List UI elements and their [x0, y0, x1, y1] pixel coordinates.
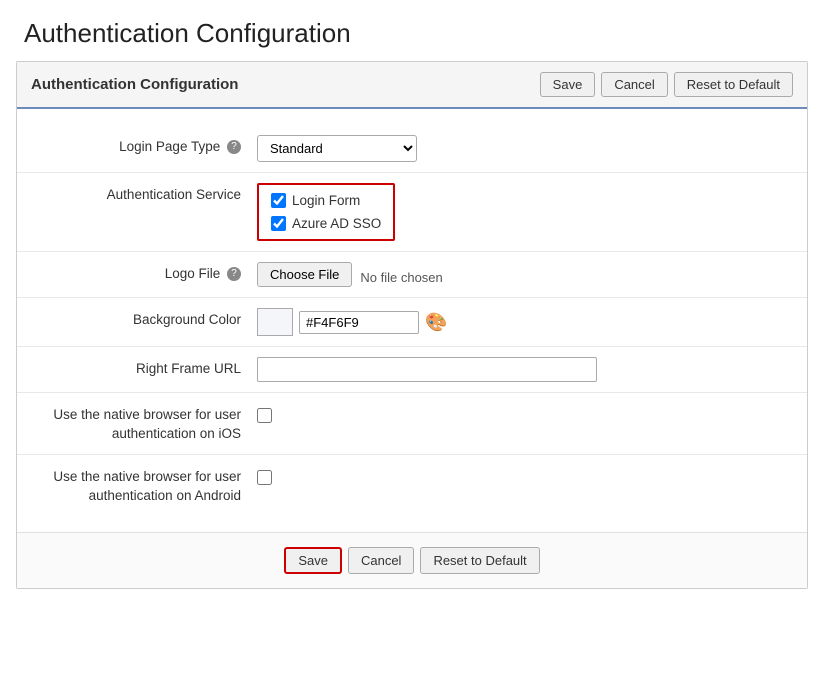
azure-ad-sso-checkbox[interactable] [271, 216, 286, 231]
background-color-row: Background Color 🎨 [17, 298, 807, 347]
help-icon-logo[interactable]: ? [227, 267, 241, 281]
help-icon-login[interactable]: ? [227, 140, 241, 154]
native-ios-label: Use the native browser for user authenti… [37, 403, 257, 444]
native-android-row: Use the native browser for user authenti… [17, 455, 807, 516]
auth-config-panel: Authentication Configuration Save Cancel… [16, 61, 808, 589]
save-button-bottom[interactable]: Save [284, 547, 342, 574]
login-page-type-label: Login Page Type ? [37, 135, 257, 154]
right-frame-url-label: Right Frame URL [37, 357, 257, 376]
native-ios-row: Use the native browser for user authenti… [17, 393, 807, 455]
logo-file-row: Logo File ? Choose File No file chosen [17, 252, 807, 298]
login-form-checkbox-row[interactable]: Login Form [271, 193, 381, 208]
choose-file-button[interactable]: Choose File [257, 262, 352, 287]
background-color-control: 🎨 [257, 308, 787, 336]
native-ios-control [257, 403, 787, 423]
auth-service-control: Login Form Azure AD SSO [257, 183, 787, 241]
login-form-checkbox[interactable] [271, 193, 286, 208]
background-color-label: Background Color [37, 308, 257, 327]
native-android-label: Use the native browser for user authenti… [37, 465, 257, 506]
reset-button-top[interactable]: Reset to Default [674, 72, 793, 97]
cancel-button-bottom[interactable]: Cancel [348, 547, 414, 574]
logo-file-control: Choose File No file chosen [257, 262, 787, 287]
panel-title: Authentication Configuration [31, 76, 238, 93]
login-form-label: Login Form [292, 193, 360, 208]
panel-header-buttons: Save Cancel Reset to Default [540, 72, 793, 97]
login-page-type-row: Login Page Type ? Standard Custom [17, 125, 807, 173]
login-page-type-control: Standard Custom [257, 135, 787, 162]
auth-service-box: Login Form Azure AD SSO [257, 183, 395, 241]
azure-ad-sso-label: Azure AD SSO [292, 216, 381, 231]
auth-service-row: Authentication Service Login Form Azure … [17, 173, 807, 252]
form-body: Login Page Type ? Standard Custom Authen… [17, 109, 807, 532]
native-android-checkbox[interactable] [257, 470, 272, 485]
cancel-button-top[interactable]: Cancel [601, 72, 667, 97]
panel-footer: Save Cancel Reset to Default [17, 532, 807, 588]
login-page-type-select[interactable]: Standard Custom [257, 135, 417, 162]
right-frame-url-control [257, 357, 787, 382]
reset-button-bottom[interactable]: Reset to Default [420, 547, 539, 574]
native-android-control [257, 465, 787, 485]
logo-file-label: Logo File ? [37, 262, 257, 281]
color-swatch[interactable] [257, 308, 293, 336]
native-ios-checkbox[interactable] [257, 408, 272, 423]
right-frame-url-row: Right Frame URL [17, 347, 807, 393]
page-title: Authentication Configuration [0, 0, 824, 61]
color-picker-icon[interactable]: 🎨 [425, 312, 447, 333]
color-input[interactable] [299, 311, 419, 334]
auth-service-label: Authentication Service [37, 183, 257, 202]
right-frame-url-input[interactable] [257, 357, 597, 382]
panel-header: Authentication Configuration Save Cancel… [17, 62, 807, 109]
no-file-text: No file chosen [360, 265, 442, 285]
save-button-top[interactable]: Save [540, 72, 596, 97]
azure-ad-sso-checkbox-row[interactable]: Azure AD SSO [271, 216, 381, 231]
